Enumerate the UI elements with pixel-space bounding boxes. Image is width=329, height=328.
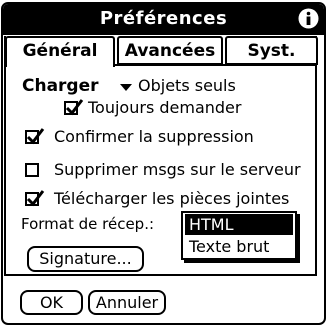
cancel-button[interactable]: Annuler [88,290,166,315]
tab-system[interactable]: Syst. [225,36,318,65]
download-attachments-checkbox[interactable] [25,190,45,207]
checkmark-icon [26,190,45,207]
confirm-delete-label[interactable]: Confirmer la suppression [54,127,254,147]
popup-option-plain-text[interactable]: Texte brut [185,236,293,257]
delete-on-server-checkbox[interactable] [25,163,39,177]
info-icon[interactable] [298,8,319,29]
charger-label: Charger [22,76,99,96]
title-bar: Préférences [3,4,324,35]
chevron-down-icon[interactable] [120,84,132,91]
dialog-title: Préférences [99,8,228,29]
signature-button[interactable]: Signature... [27,246,144,272]
download-attachments-label[interactable]: Télécharger les pièces jointes [54,189,289,209]
format-popup-list[interactable]: HTML Texte brut [181,211,297,260]
confirm-delete-checkbox[interactable] [25,128,45,145]
always-ask-checkbox[interactable] [64,99,84,116]
receive-format-label: Format de récep.: [21,215,155,233]
tab-general[interactable]: Général [5,36,115,67]
checkmark-icon [65,99,84,116]
delete-on-server-label[interactable]: Supprimer msgs sur le serveur [54,160,301,180]
tab-advanced[interactable]: Avancées [117,36,223,65]
popup-option-html[interactable]: HTML [185,214,293,235]
charger-value[interactable]: Objets seuls [138,76,236,96]
checkmark-icon [26,128,45,145]
always-ask-label[interactable]: Toujours demander [88,98,241,118]
ok-button[interactable]: OK [20,290,83,315]
